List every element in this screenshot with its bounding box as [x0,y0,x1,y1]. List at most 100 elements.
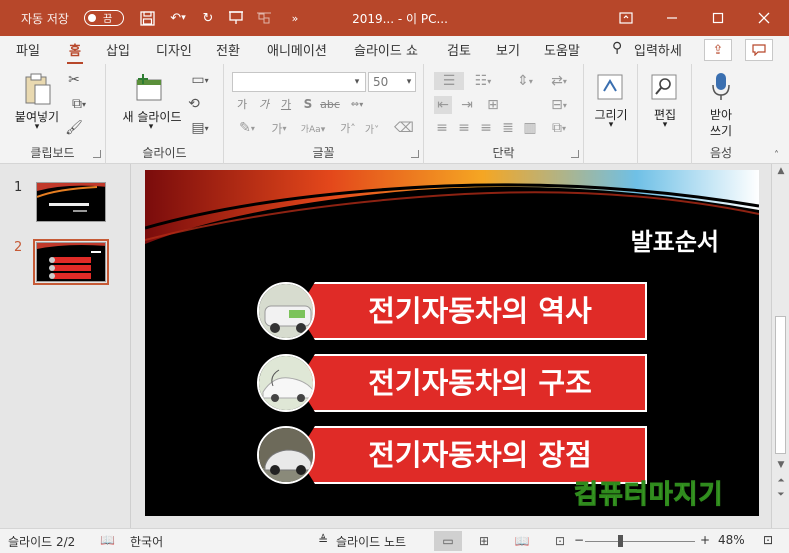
align-left-icon[interactable]: ≡ [434,120,450,136]
more-commands-icon[interactable]: » [285,0,305,36]
decrease-font-icon[interactable]: 가˅ [364,120,380,136]
smartart-icon[interactable]: ⧉ ▾ [544,120,574,136]
next-slide-icon[interactable]: ⏷ [772,490,789,500]
language-label[interactable]: 한국어 [130,533,163,550]
numbering-icon[interactable]: ☷ ▾ [468,72,498,90]
zoom-out-button[interactable]: − [574,533,584,547]
zoom-in-button[interactable]: + [700,533,710,547]
presentation-start-icon[interactable] [225,0,247,36]
tab-transitions[interactable]: 전환 [216,40,240,59]
tab-file[interactable]: 파일 [16,40,40,59]
font-color-icon[interactable]: 가 ▾ [266,120,292,136]
slideshow-view-icon[interactable]: ⊡ [546,531,574,551]
tab-animations[interactable]: 애니메이션 [267,40,327,59]
maximize-icon[interactable] [695,0,741,36]
zoom-slider[interactable] [585,541,695,542]
clear-formatting-icon[interactable]: ⌫ [394,120,414,136]
cut-icon[interactable]: ✂ [66,72,82,88]
tab-design[interactable]: 디자인 [156,40,192,59]
paragraph-launcher-icon[interactable] [571,150,579,158]
redo-icon[interactable]: ↻ [197,0,219,36]
collapse-ribbon-icon[interactable]: ˄ [774,150,779,161]
autosave-toggle[interactable]: 끔 [84,10,124,26]
line-spacing-icon[interactable]: ⇕ ▾ [510,72,540,90]
format-painter-icon[interactable]: 🖌 [65,120,83,136]
strikethrough-icon[interactable]: abc [320,96,340,112]
shadow-icon[interactable]: S [300,96,316,112]
tab-home[interactable]: 홈 [67,40,83,65]
paste-dropdown-icon[interactable]: ▾ [30,122,44,132]
comments-button[interactable] [745,39,773,61]
increase-font-icon[interactable]: 가˄ [340,120,356,136]
tab-review[interactable]: 검토 [447,40,471,59]
distributed-icon[interactable]: ▥ [522,120,538,136]
scroll-up-icon[interactable]: ▲ [772,166,789,176]
align-center-icon[interactable]: ≡ [456,120,472,136]
notes-button[interactable]: 슬라이드 노트 [336,533,406,550]
drawing-icon[interactable] [594,72,626,102]
italic-icon[interactable]: 가 [256,96,272,112]
layout-icon[interactable]: ▭ ▾ [186,72,214,88]
tab-view[interactable]: 보기 [496,40,520,59]
agenda-item[interactable]: 전기자동차의 역사 [257,282,647,340]
share-button[interactable]: ⇪ [704,39,732,61]
undo-icon[interactable]: ↶ ▾ [163,0,193,36]
font-name-combo[interactable] [232,72,366,92]
agenda-item[interactable]: 전기자동차의 구조 [257,354,647,412]
tab-help[interactable]: 도움말 [544,40,580,59]
dictate-label-line1[interactable]: 받아 [692,106,750,123]
slide-thumbnail-1[interactable] [36,182,106,222]
font-name-dropdown-icon[interactable]: ▾ [350,74,364,90]
ribbon-display-icon[interactable] [603,0,649,36]
reading-view-icon[interactable]: 📖 [508,531,536,551]
close-icon[interactable] [741,0,787,36]
text-direction-icon[interactable]: ⇄ ▾ [544,72,574,90]
dictate-label-line2[interactable]: 쓰기 [692,122,750,139]
bold-icon[interactable]: 가 [234,96,250,112]
paste-icon[interactable] [20,72,54,108]
new-slide-icon[interactable] [132,72,166,106]
editing-dropdown-icon[interactable]: ▾ [658,120,672,130]
drawing-dropdown-icon[interactable]: ▾ [604,120,618,130]
minimize-icon[interactable] [649,0,695,36]
find-icon[interactable] [648,72,680,102]
slide-thumbnail-2[interactable] [33,239,109,285]
scroll-thumb[interactable] [775,316,786,454]
columns-icon[interactable]: ⊞ [484,96,502,114]
vertical-scrollbar[interactable]: ▲ ▼ ⏶ ⏷ [771,164,789,528]
clipboard-launcher-icon[interactable] [93,150,101,158]
increase-indent-icon[interactable]: ⇥ [458,96,476,114]
decrease-indent-icon[interactable]: ⇤ [434,96,452,114]
section-icon[interactable]: ▤ ▾ [186,120,214,136]
underline-icon[interactable]: 가 [278,96,294,112]
slide[interactable]: 발표순서 전기자동차의 역사 전기자동차의 구조 전기자동차의 장점 [145,170,759,516]
zoom-slider-thumb[interactable] [618,535,623,547]
reset-icon[interactable]: ⟲ [186,96,202,112]
align-right-icon[interactable]: ≡ [478,120,494,136]
save-icon[interactable] [136,0,158,36]
new-slide-dropdown-icon[interactable]: ▾ [144,122,158,132]
slide-sorter-icon[interactable]: ⊞ [470,531,498,551]
tab-insert[interactable]: 삽입 [106,40,130,59]
highlight-icon[interactable]: ✎ ▾ [234,120,260,136]
previous-slide-icon[interactable]: ⏶ [772,476,789,486]
notes-icon[interactable]: ≜ [318,533,328,547]
copy-icon[interactable]: ⧉ ▾ [66,96,92,112]
slide-title[interactable]: 발표순서 [631,222,719,257]
align-icon[interactable] [253,0,275,36]
spellcheck-icon[interactable]: 📖 [100,533,115,547]
font-size-dropdown-icon[interactable]: ▾ [402,74,416,90]
fit-slide-icon[interactable]: ⊡ [763,533,773,547]
dictate-mic-icon[interactable] [706,72,736,102]
justify-icon[interactable]: ≣ [500,120,516,136]
font-launcher-icon[interactable] [411,150,419,158]
change-case-icon[interactable]: 가Aa▾ [300,120,326,136]
bullets-icon[interactable]: ☰ [434,72,464,90]
tell-me-search[interactable]: 입력하세 [634,40,682,59]
scroll-down-icon[interactable]: ▼ [772,460,789,470]
zoom-level[interactable]: 48% [718,533,745,547]
normal-view-icon[interactable]: ▭ [434,531,462,551]
tab-slideshow[interactable]: 슬라이드 쇼 [354,40,418,59]
char-spacing-icon[interactable]: ⇔ ▾ [344,96,370,112]
align-text-icon[interactable]: ⊟ ▾ [544,96,574,114]
